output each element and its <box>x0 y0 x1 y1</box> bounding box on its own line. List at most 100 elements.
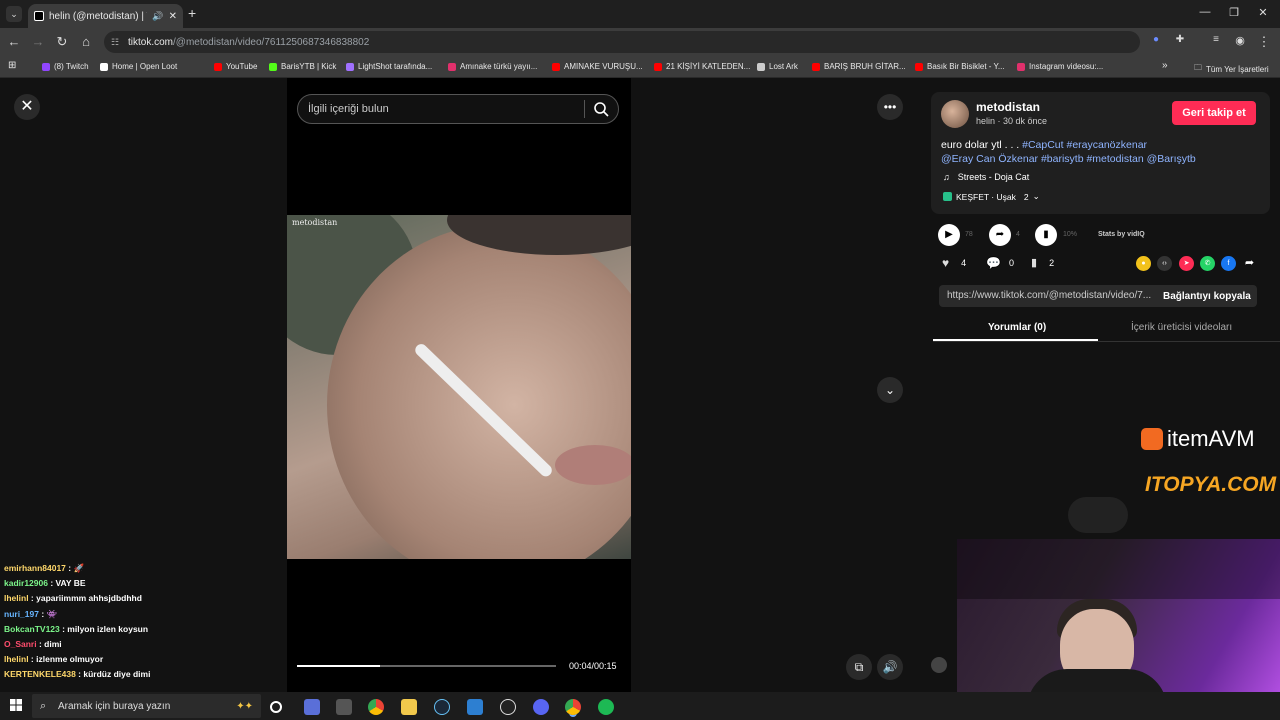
tab-creator-videos[interactable]: İçerik üreticisi videoları <box>1131 322 1232 333</box>
window-close-icon[interactable]: ✕ <box>1253 6 1273 19</box>
new-tab-button[interactable]: + <box>188 5 196 21</box>
cortana-icon[interactable] <box>270 701 282 713</box>
send-icon[interactable]: ➤ <box>1179 256 1194 271</box>
steam-icon[interactable] <box>434 699 450 715</box>
chat-text: : 🚀 <box>65 563 85 573</box>
bar-chart-icon[interactable]: ▮ <box>1035 224 1057 246</box>
bookmark-item[interactable]: BARIŞ BRUH GİTAR... <box>812 62 906 71</box>
bookmark-item[interactable]: Amınake türkü yayıı... <box>448 62 537 71</box>
chat-username[interactable]: lhelinl <box>4 593 29 603</box>
copy-link-button[interactable]: Bağlantıyı kopyala <box>1163 291 1251 302</box>
bookmark-item[interactable]: (8) Twitch <box>42 62 89 71</box>
site-info-icon[interactable]: ☷ <box>111 37 119 48</box>
pip-button[interactable]: ⧉ <box>846 654 872 680</box>
bookmark-item[interactable]: BarisYTB | Kick <box>269 62 336 71</box>
chat-username[interactable]: BokcanTV123 <box>4 624 60 634</box>
bookmark-favicon-icon <box>915 62 923 71</box>
video-frame[interactable]: metodistan <box>287 215 631 559</box>
address-bar[interactable]: ☷ tiktok.com/@metodistan/video/761125068… <box>104 31 1140 53</box>
stat-percent: 10% <box>1063 231 1078 238</box>
chat-username[interactable]: nuri_197 <box>4 609 39 619</box>
puzzle-icon[interactable]: ✚ <box>1172 34 1188 45</box>
calculator-icon[interactable] <box>336 699 352 715</box>
obs-icon[interactable] <box>500 699 516 715</box>
back-icon[interactable]: ← <box>6 34 22 49</box>
maximize-icon[interactable]: ❐ <box>1224 6 1244 19</box>
volume-button[interactable]: 🔊 <box>877 654 903 680</box>
music-link[interactable]: ♫ Streets - Doja Cat <box>943 172 1029 182</box>
profile-icon[interactable]: ◉ <box>1232 34 1248 47</box>
share-more-icon[interactable]: ➦ <box>1242 256 1257 271</box>
bookmark-label: Basık Bir Bisiklet - Y... <box>927 62 1005 71</box>
follow-back-button[interactable]: Geri takip et <box>1172 101 1256 125</box>
all-bookmarks[interactable]: 🗀 Tüm Yer İşaretleri <box>1194 62 1269 76</box>
url-path: /@metodistan/video/7611250687346838802 <box>173 36 370 48</box>
bookmark-item[interactable]: Lost Ark <box>757 62 798 71</box>
windows-start-icon[interactable] <box>10 699 22 711</box>
tab-search-button[interactable]: ⌄ <box>6 6 22 22</box>
chrome-active-icon[interactable] <box>565 699 581 715</box>
speaker-icon[interactable]: 🔊 <box>152 11 163 22</box>
tab-close-icon[interactable]: ✕ <box>169 11 177 22</box>
time-label: 00:04/00:15 <box>569 661 617 671</box>
browser-tab-bar: ⌄ helin (@metodistan) | TikTo 🔊 ✕ + — ❐ … <box>0 0 1280 28</box>
chat-username[interactable]: kadir12906 <box>4 578 48 588</box>
bookmarks-overflow-icon[interactable]: » <box>1162 60 1168 71</box>
spotify-icon[interactable] <box>598 699 614 715</box>
author-name[interactable]: metodistan <box>976 100 1040 114</box>
bookmark-label: Instagram videosu:... <box>1029 62 1104 71</box>
comment-button[interactable]: 💬 0 <box>986 256 1014 270</box>
taskbar-app-2-icon[interactable] <box>467 699 483 715</box>
avatar[interactable] <box>941 100 969 128</box>
chat-username[interactable]: lhelinl <box>4 654 29 664</box>
close-video-button[interactable]: ✕ <box>14 94 40 120</box>
chat-username[interactable]: O_Sanri <box>4 639 37 649</box>
more-options-button[interactable]: ••• <box>877 94 903 120</box>
bookmark-label: Amınake türkü yayıı... <box>460 62 538 71</box>
search-icon[interactable] <box>592 100 610 118</box>
taskbar-search[interactable]: ⌕ Aramak için buraya yazın ✦✦ <box>32 694 261 718</box>
caption-tags-2[interactable]: @Eray Can Özkenar #barisytb #metodistan … <box>941 153 1196 165</box>
bookmark-item[interactable]: Instagram videosu:... <box>1017 62 1103 71</box>
caption-tags-1[interactable]: #CapCut #eraycanözkenar <box>1022 139 1147 151</box>
minimize-icon[interactable]: — <box>1195 6 1215 18</box>
bookmark-item[interactable]: Home | Open Loot <box>100 62 177 71</box>
coin-icon[interactable]: ● <box>1136 256 1151 271</box>
forward-icon[interactable]: → <box>30 34 46 49</box>
tab-tiktok[interactable]: helin (@metodistan) | TikTo 🔊 ✕ <box>28 4 183 28</box>
chrome-icon[interactable] <box>368 699 384 715</box>
embed-icon[interactable]: ‹› <box>1157 256 1172 271</box>
reload-icon[interactable]: ↻ <box>54 34 70 50</box>
related-search-input[interactable]: İlgili içeriği bulun <box>297 94 619 124</box>
all-bookmarks-label: Tüm Yer İşaretleri <box>1206 64 1269 74</box>
itemavm-text: itemAVM <box>1167 426 1255 451</box>
discord-icon[interactable] <box>533 699 549 715</box>
apps-icon[interactable]: ⊞ <box>8 60 16 71</box>
save-button[interactable]: ▮ 2 <box>1031 256 1054 269</box>
media-icon[interactable]: ≡ <box>1208 34 1224 45</box>
webcam-shelf <box>957 539 1280 599</box>
stats-by-label[interactable]: Stats by vidIQ <box>1098 231 1145 238</box>
facebook-icon[interactable]: f <box>1221 256 1236 271</box>
location-tag[interactable]: KEŞFET · Uşak 2 ⌄ <box>943 191 1040 202</box>
bookmark-favicon-icon <box>214 62 222 71</box>
extension-icon[interactable]: ● <box>1148 34 1164 45</box>
bookmark-favicon-icon <box>100 62 108 71</box>
chat-username[interactable]: KERTENKELE438 <box>4 669 76 679</box>
file-explorer-icon[interactable] <box>401 699 417 715</box>
bookmark-item[interactable]: YouTube <box>214 62 257 71</box>
bookmark-item[interactable]: LightShot tarafında... <box>346 62 432 71</box>
home-icon[interactable]: ⌂ <box>78 34 94 49</box>
bookmark-item[interactable]: Basık Bir Bisiklet - Y... <box>915 62 1005 71</box>
whatsapp-icon[interactable]: ✆ <box>1200 256 1215 271</box>
bookmark-item[interactable]: AMINAKE VURUŞU... <box>552 62 643 71</box>
tab-comments[interactable]: Yorumlar (0) <box>988 322 1046 333</box>
taskbar-app-1-icon[interactable] <box>304 699 320 715</box>
like-button[interactable]: ♥ 4 <box>942 256 966 270</box>
bookmark-item[interactable]: 21 KİŞİYİ KATLEDEN... <box>654 62 750 71</box>
menu-icon[interactable]: ⋮ <box>1256 34 1272 50</box>
location-icon <box>943 192 952 201</box>
chat-username[interactable]: emirhann84017 <box>4 563 66 573</box>
bookmark-label: LightShot tarafında... <box>358 62 433 71</box>
next-video-button[interactable]: ⌄ <box>877 377 903 403</box>
